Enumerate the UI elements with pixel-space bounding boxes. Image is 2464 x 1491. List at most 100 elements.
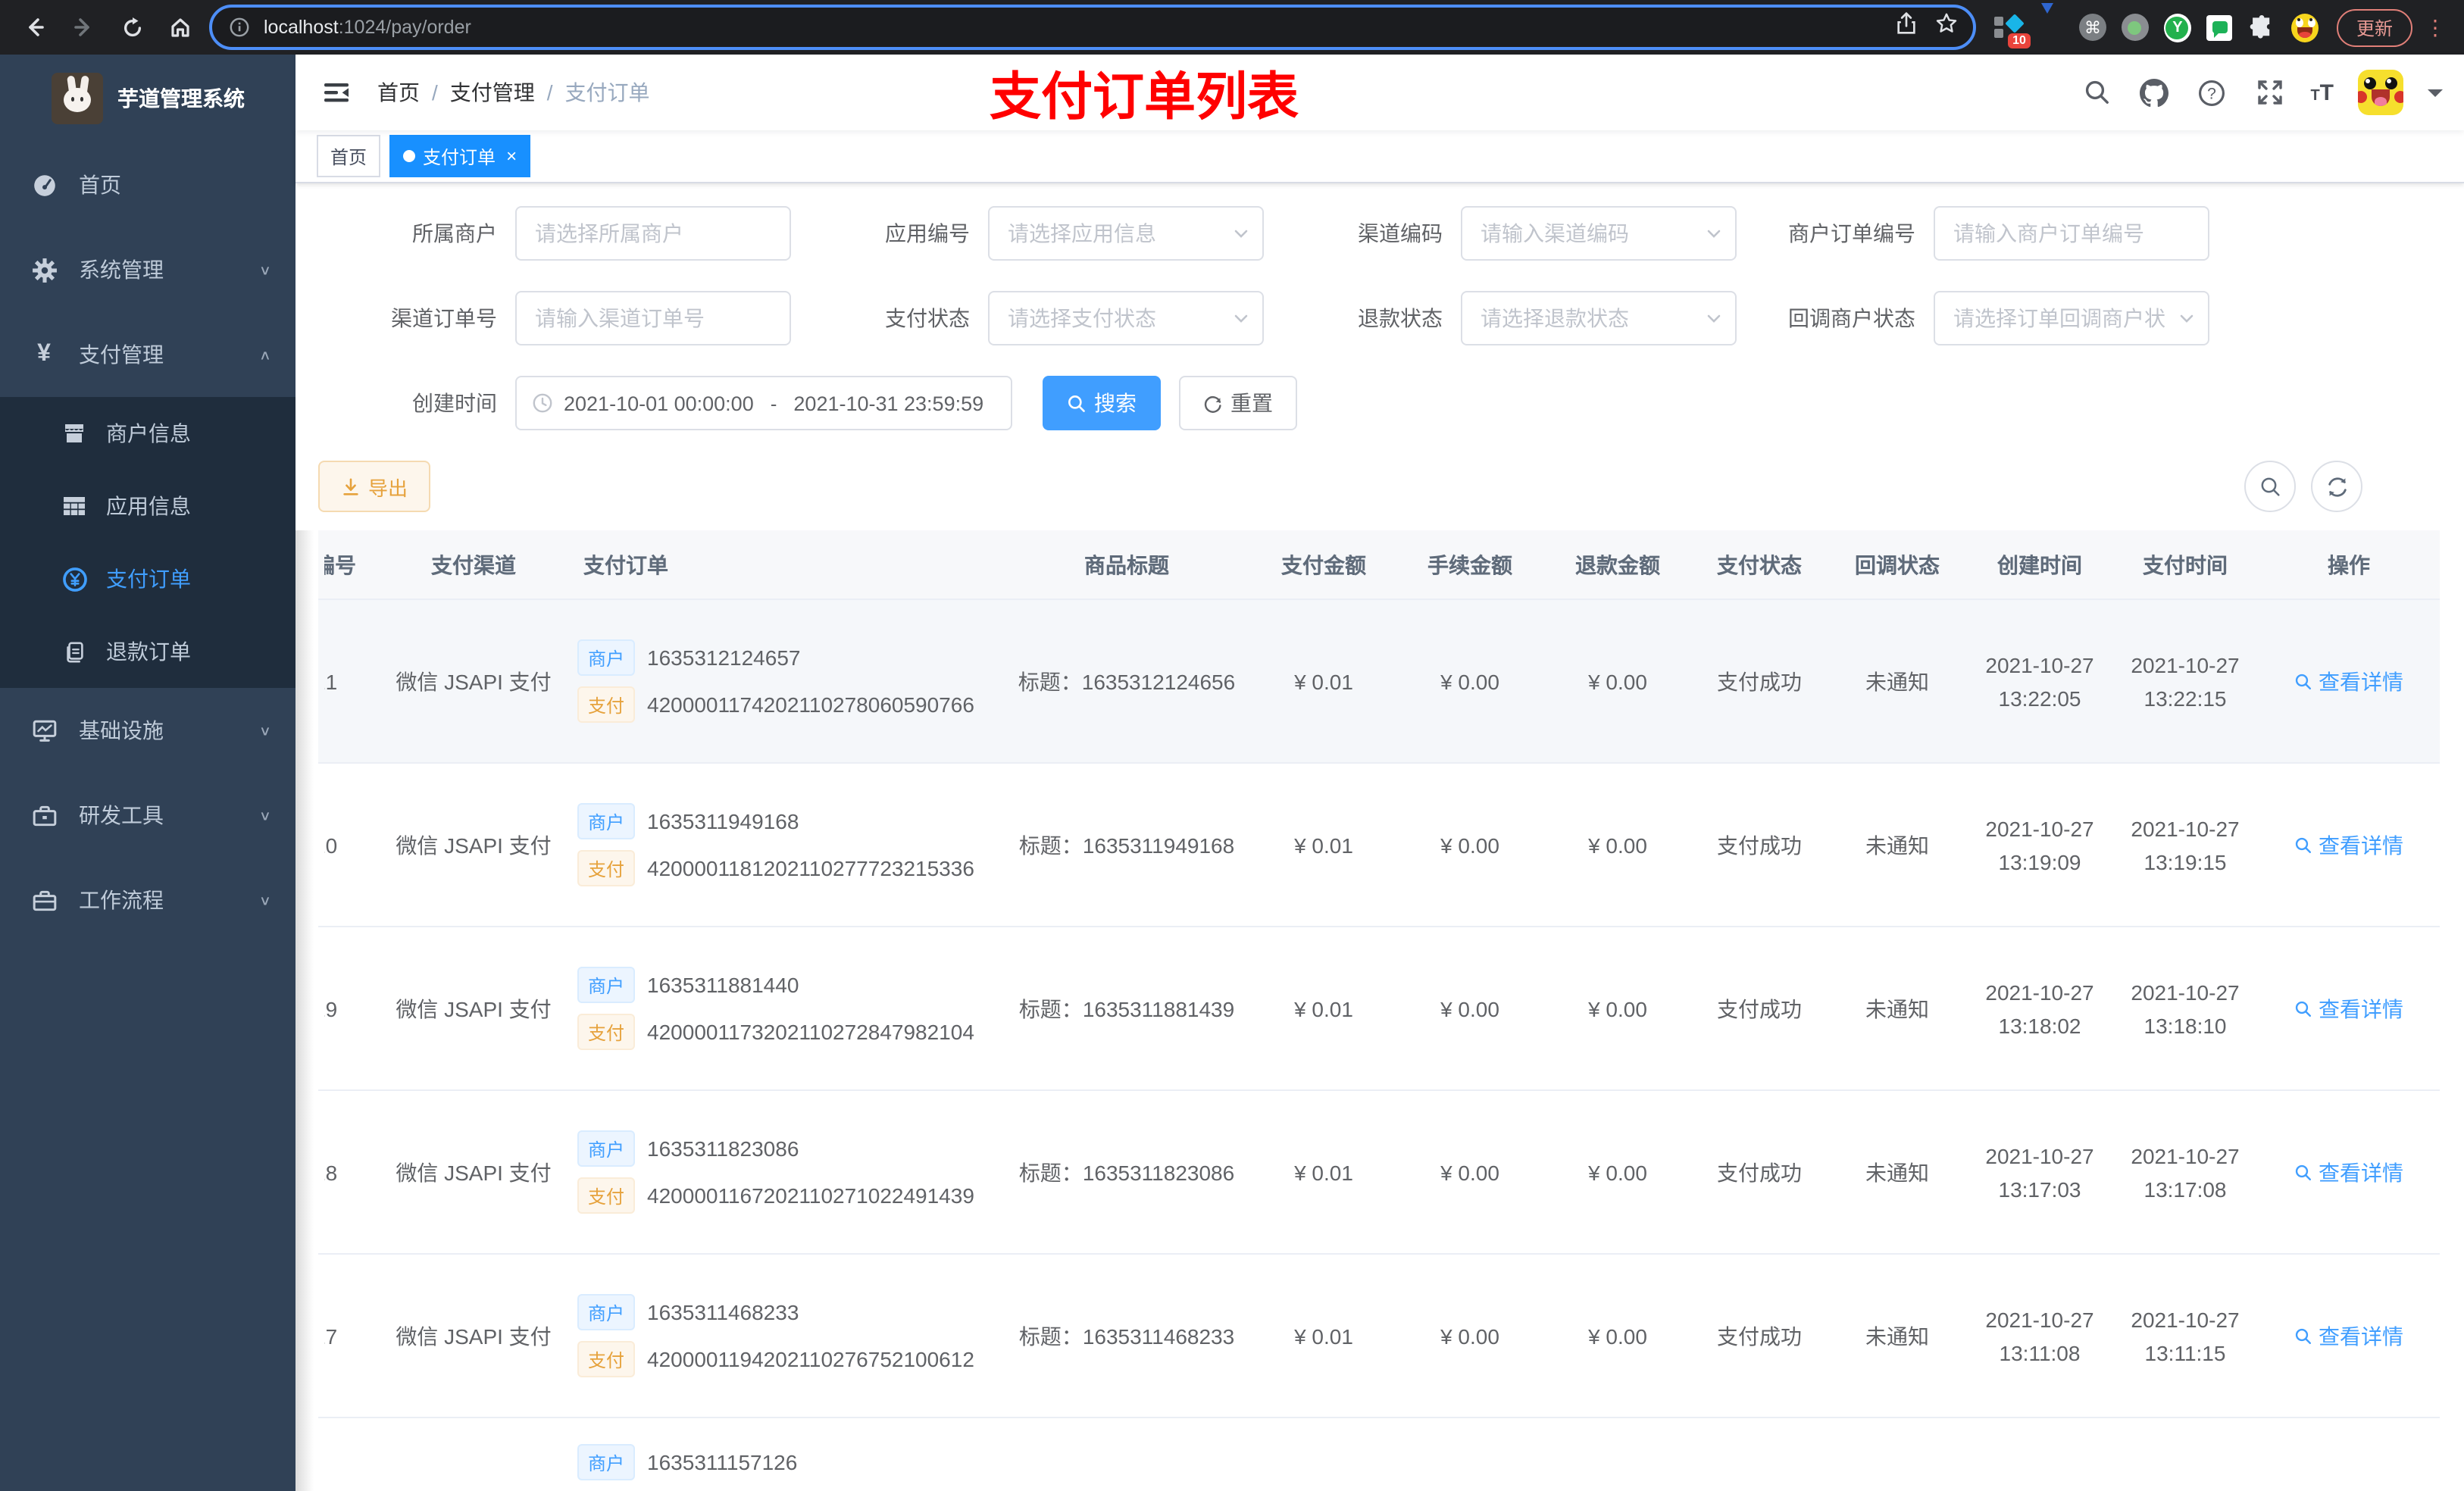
pay-order-cell: 商户 1635311823086 支付 4200001167202110271022…: [568, 1090, 1002, 1255]
gear-icon: [30, 257, 58, 283]
export-button[interactable]: 导出: [318, 461, 431, 512]
refund-status-select-input[interactable]: [1461, 291, 1737, 345]
extension-grid-icon[interactable]: 10: [1993, 14, 2031, 48]
sidebar-item-infra[interactable]: 基础设施 ∨: [0, 688, 295, 773]
share-icon[interactable]: [1896, 12, 1917, 42]
font-size-icon[interactable]: TT: [2310, 80, 2334, 105]
sidebar-item-pay[interactable]: ¥ 支付管理 ∧: [0, 312, 295, 397]
filter-label: 商户订单编号: [1788, 221, 1915, 245]
chevron-down-icon: ∨: [258, 893, 271, 908]
fee-amount: ¥ 0.00: [1396, 599, 1544, 764]
site-info-icon[interactable]: [227, 8, 252, 47]
user-avatar[interactable]: [2358, 70, 2403, 115]
view-detail-link[interactable]: 查看详情: [2294, 1157, 2403, 1187]
refund-amount: ¥ 0.00: [1544, 927, 1691, 1091]
github-icon[interactable]: [2137, 76, 2171, 109]
documents-icon: [61, 640, 88, 663]
order-id: 19: [324, 996, 338, 1021]
search-button[interactable]: 搜索: [1043, 376, 1161, 430]
breadcrumb-section[interactable]: 支付管理: [450, 77, 535, 108]
merchant-tag: 商户: [577, 1130, 636, 1167]
sidebar-item-system[interactable]: 系统管理 ∨: [0, 227, 295, 312]
sidebar-item-merchant-info[interactable]: 商户信息: [0, 397, 295, 470]
url-bar[interactable]: localhost:1024/pay/order: [209, 5, 1976, 50]
pay-status-select-input[interactable]: [988, 291, 1264, 345]
bookmark-star-icon[interactable]: [1935, 12, 1958, 42]
table-row[interactable]: 19 微信 JSAPI 支付 商户 1635311881440 支付 4200001…: [318, 927, 2440, 1091]
pay-channel: 微信 JSAPI 支付: [379, 763, 568, 927]
merchant-select-input[interactable]: [515, 206, 791, 261]
notify-status-select-input[interactable]: [1934, 291, 2209, 345]
extensions-puzzle-icon[interactable]: [2249, 14, 2276, 41]
view-detail-link[interactable]: 查看详情: [2294, 1321, 2403, 1351]
created-time: 2021-10-27 13:22:05: [1967, 599, 2112, 764]
channel-order-no-input[interactable]: [515, 291, 791, 345]
sidebar-item-label: 基础设施: [79, 718, 164, 742]
reload-icon[interactable]: [112, 8, 152, 47]
refund-amount: ¥ 0.00: [1544, 1254, 1691, 1418]
show-search-toggle-button[interactable]: [2244, 461, 2296, 512]
orders-table-wrap: 编号 支付渠道 支付订单 商品标题 支付金额 手续金额 退款金额 支付状态 回调…: [295, 530, 2446, 1491]
url-path: :1024/pay/order: [338, 17, 471, 38]
col-header-refund: 退款金额: [1544, 530, 1691, 600]
table-row[interactable]: 17 微信 JSAPI 支付 商户 1635311468233 支付 4200001…: [318, 1254, 2440, 1418]
extension-chat-icon[interactable]: [2206, 14, 2234, 41]
tag-pay-order[interactable]: 支付订单 ×: [389, 135, 531, 177]
forward-icon[interactable]: [64, 8, 103, 47]
paid-time: 2021-10-27 13:22:15: [2112, 599, 2258, 764]
filter-label: 退款状态: [1358, 306, 1443, 330]
channel-code-select-input[interactable]: [1461, 206, 1737, 261]
table-row[interactable]: 20 微信 JSAPI 支付 商户 1635311949168 支付 4200001…: [318, 763, 2440, 927]
breadcrumb-home[interactable]: 首页: [377, 77, 420, 108]
merchant-order-no: 1635311949168: [647, 809, 799, 833]
sidebar-item-home[interactable]: 首页: [0, 142, 295, 227]
tags-view-bar: 首页 支付订单 ×: [295, 130, 2464, 183]
back-icon[interactable]: [15, 8, 55, 47]
pay-status: 支付成功: [1691, 1090, 1828, 1255]
fee-amount: ¥ 0.00: [1396, 1254, 1544, 1418]
table-row[interactable]: 21 微信 JSAPI 支付 商户 1635312124657 支付 4200001…: [318, 599, 2440, 764]
sidebar-item-devtools[interactable]: 研发工具 ∨: [0, 773, 295, 858]
extension-emoji-icon[interactable]: [2290, 13, 2319, 42]
sidebar-item-workflow[interactable]: 工作流程 ∨: [0, 858, 295, 942]
table-header-row: 编号 支付渠道 支付订单 商品标题 支付金额 手续金额 退款金额 支付状态 回调…: [318, 530, 2440, 600]
sidebar-collapse-icon[interactable]: [317, 73, 356, 112]
sidebar-item-app-info[interactable]: 应用信息: [0, 470, 295, 542]
extension-record-icon[interactable]: [2121, 14, 2149, 41]
app-select-input[interactable]: [988, 206, 1264, 261]
product-title: 标题：1635311949168: [1002, 763, 1252, 927]
pay-amount: ¥ 0.01: [1252, 1254, 1396, 1418]
extension-command-icon[interactable]: ⌘: [2078, 14, 2106, 41]
extension-pin-icon[interactable]: [2037, 3, 2064, 41]
app-title: 芋道管理系统: [117, 86, 245, 111]
pay-order-no: 4200001174202110278060590766: [647, 692, 974, 717]
view-detail-link[interactable]: 查看详情: [2294, 830, 2403, 860]
page-root: localhost:1024/pay/order 10 ⌘ Y 更新 ⋮ 芋道管…: [0, 0, 2464, 1491]
table-row-partial[interactable]: 商户 1635311157126: [318, 1418, 2440, 1491]
chrome-update-button[interactable]: 更新: [2336, 8, 2412, 46]
fullscreen-icon[interactable]: [2253, 76, 2286, 109]
sidebar-item-label: 研发工具: [79, 803, 164, 827]
reset-button[interactable]: 重置: [1179, 376, 1297, 430]
refresh-table-button[interactable]: [2311, 461, 2362, 512]
app-logo-row[interactable]: 芋道管理系统: [0, 55, 295, 142]
sidebar-item-refund-order[interactable]: 退款订单: [0, 615, 295, 688]
table-row[interactable]: 18 微信 JSAPI 支付 商户 1635311823086 支付 4200001…: [318, 1090, 2440, 1255]
merchant-order-no-input[interactable]: [1934, 206, 2209, 261]
user-menu-caret-icon[interactable]: [2428, 89, 2443, 104]
view-detail-link[interactable]: 查看详情: [2294, 993, 2403, 1024]
col-header-pay-status: 支付状态: [1691, 530, 1828, 600]
sidebar-item-pay-order[interactable]: 支付订单: [0, 542, 295, 615]
extension-y-icon[interactable]: Y: [2163, 13, 2191, 42]
create-time-range-picker[interactable]: 2021-10-01 00:00:00 - 2021-10-31 23:59:5…: [515, 376, 1012, 430]
search-icon[interactable]: [2080, 76, 2113, 109]
help-icon[interactable]: ?: [2195, 76, 2228, 109]
col-header-notify-status: 回调状态: [1828, 530, 1967, 600]
tag-close-icon[interactable]: ×: [506, 145, 517, 167]
view-detail-link[interactable]: 查看详情: [2294, 666, 2403, 696]
filter-label: 所属商户: [412, 221, 497, 245]
orders-table: 编号 支付渠道 支付订单 商品标题 支付金额 手续金额 退款金额 支付状态 回调…: [318, 530, 2440, 1491]
chrome-menu-icon[interactable]: ⋮: [2422, 17, 2449, 38]
home-icon[interactable]: [161, 8, 200, 47]
tag-home[interactable]: 首页: [317, 135, 381, 177]
